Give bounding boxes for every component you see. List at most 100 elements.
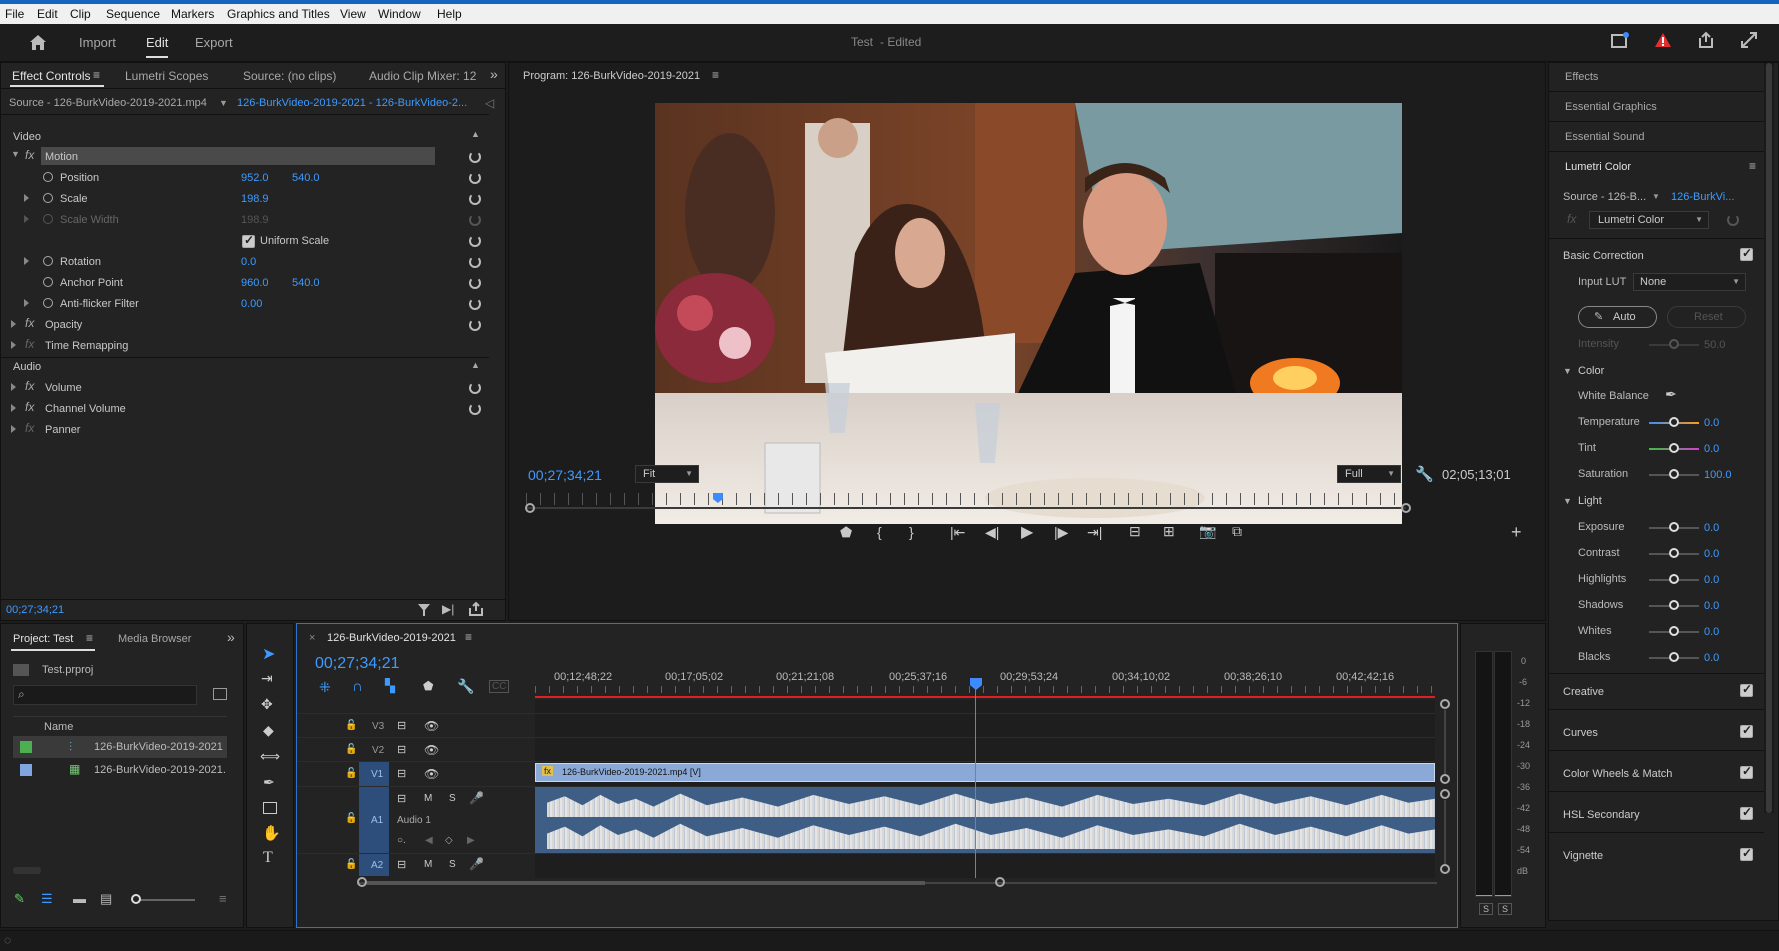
anchor-y[interactable]: 540.0 xyxy=(292,277,320,289)
menu-clip[interactable]: Clip xyxy=(70,7,91,21)
zoom-scroll-handle[interactable] xyxy=(357,877,367,887)
menu-graphics[interactable]: Graphics and Titles xyxy=(227,7,330,21)
tab-project[interactable]: Project: Test xyxy=(13,633,73,645)
add-button-icon[interactable]: + xyxy=(1511,522,1522,543)
highlights-value[interactable]: 0.0 xyxy=(1704,574,1719,586)
rectangle-tool-icon[interactable] xyxy=(263,802,277,814)
position-x[interactable]: 952.0 xyxy=(241,172,269,184)
tab-effect-controls[interactable]: Effect Controls xyxy=(12,69,90,83)
reset-icon[interactable] xyxy=(469,403,481,415)
fullscreen-icon[interactable] xyxy=(1741,32,1757,48)
position-y[interactable]: 540.0 xyxy=(292,172,320,184)
reset-icon[interactable] xyxy=(469,151,481,163)
selection-tool-icon[interactable]: ➤ xyxy=(262,644,275,664)
panner-label[interactable]: Panner xyxy=(45,424,80,436)
list-item[interactable]: ⫶ 126-BurkVideo-2019-2021 xyxy=(13,736,227,758)
close-tab-icon[interactable]: × xyxy=(309,632,315,644)
eye-icon[interactable]: 👁 xyxy=(424,719,439,733)
sync-lock-icon[interactable]: ⊟ xyxy=(397,858,406,871)
collapse-icon[interactable]: ▲ xyxy=(471,129,480,139)
hsl-secondary-checkbox[interactable] xyxy=(1740,805,1753,820)
fx-icon[interactable]: fx xyxy=(25,379,34,393)
lumetri-source[interactable]: Source - 126-B... xyxy=(1563,191,1646,203)
tab-sequence[interactable]: 126-BurkVideo-2019-2021 xyxy=(327,632,456,644)
mark-in-icon[interactable]: { xyxy=(877,524,882,540)
add-marker-icon[interactable]: ⬟ xyxy=(423,679,433,693)
lock-icon[interactable]: 🔓 xyxy=(345,859,357,870)
antiflicker-value[interactable]: 0.00 xyxy=(241,298,262,310)
basic-correction-checkbox[interactable] xyxy=(1740,246,1753,261)
video-frame[interactable] xyxy=(655,103,1402,524)
nest-icon[interactable]: ⁜ xyxy=(319,679,331,696)
panel-menu-icon[interactable]: ≡ xyxy=(465,630,472,644)
filter-icon[interactable] xyxy=(417,603,431,617)
menu-edit[interactable]: Edit xyxy=(37,7,58,21)
fx-icon[interactable]: fx xyxy=(25,316,34,330)
pen-tool-icon[interactable]: ✒ xyxy=(263,774,275,791)
stopwatch-icon[interactable] xyxy=(43,256,53,266)
reset-icon[interactable] xyxy=(469,193,481,205)
stopwatch-icon[interactable] xyxy=(43,277,53,287)
type-tool-icon[interactable]: T xyxy=(263,849,273,867)
volume-label[interactable]: Volume xyxy=(45,382,82,394)
blacks-value[interactable]: 0.0 xyxy=(1704,652,1719,664)
tab-import[interactable]: Import xyxy=(79,35,116,50)
scrollbar[interactable] xyxy=(1766,63,1772,813)
hand-tool-icon[interactable]: ✋ xyxy=(262,824,281,842)
share-icon[interactable] xyxy=(1697,31,1715,49)
tab-essential-sound[interactable]: Essential Sound xyxy=(1565,131,1645,143)
label-color-swatch[interactable] xyxy=(20,741,32,753)
solo-right-button[interactable]: S xyxy=(1498,903,1513,915)
reset-icon[interactable] xyxy=(469,172,481,184)
shadows-slider[interactable] xyxy=(1669,600,1679,610)
creative-section[interactable]: Creative xyxy=(1563,686,1604,698)
color-wheels-checkbox[interactable] xyxy=(1740,764,1753,779)
audio-track-name[interactable]: Audio 1 xyxy=(397,815,431,826)
sync-lock-icon[interactable]: ⊟ xyxy=(397,767,406,780)
curves-checkbox[interactable] xyxy=(1740,723,1753,738)
lock-icon[interactable]: 🔓 xyxy=(345,744,357,755)
track-label-a2[interactable]: A2 xyxy=(371,860,383,871)
mute-button[interactable]: M xyxy=(424,793,432,804)
rotation-value[interactable]: 0.0 xyxy=(241,256,256,268)
tab-audio-clip-mixer[interactable]: Audio Clip Mixer: 12 xyxy=(369,69,476,83)
home-icon[interactable] xyxy=(28,33,48,51)
in-handle[interactable] xyxy=(525,503,535,513)
expand-icon[interactable] xyxy=(24,299,29,307)
reset-icon[interactable] xyxy=(469,235,481,247)
panel-menu-icon[interactable]: ≡ xyxy=(93,68,100,82)
track-label-a1[interactable]: A1 xyxy=(371,815,383,826)
expand-icon[interactable]: ▼ xyxy=(11,149,20,159)
expand-icon[interactable] xyxy=(24,257,29,265)
solo-button[interactable]: S xyxy=(449,793,456,804)
quick-export-icon[interactable] xyxy=(1611,32,1629,48)
export-icon[interactable] xyxy=(469,602,483,616)
snap-icon[interactable]: ∩ xyxy=(352,678,363,695)
vertical-scroll-handle[interactable] xyxy=(1440,864,1450,874)
mark-out-icon[interactable]: } xyxy=(909,524,914,540)
vignette-section[interactable]: Vignette xyxy=(1563,850,1603,862)
menu-view[interactable]: View xyxy=(340,7,366,21)
light-section-label[interactable]: Light xyxy=(1578,495,1602,507)
vertical-scroll-handle[interactable] xyxy=(1440,789,1450,799)
time-ruler[interactable]: 00;12;48;22 00;17;05;02 00;21;21;08 00;2… xyxy=(535,664,1435,696)
track-label-v3[interactable]: V3 xyxy=(372,721,384,732)
basic-correction-label[interactable]: Basic Correction xyxy=(1563,250,1644,262)
tab-export[interactable]: Export xyxy=(195,35,233,50)
temperature-value[interactable]: 0.0 xyxy=(1704,417,1719,429)
reset-icon[interactable] xyxy=(469,298,481,310)
saturation-value[interactable]: 100.0 xyxy=(1704,469,1732,481)
opacity-label[interactable]: Opacity xyxy=(45,319,82,331)
zoom-scrollbar[interactable] xyxy=(367,881,925,885)
microphone-icon[interactable]: 🎤 xyxy=(469,791,484,805)
compare-icon[interactable]: ⧉ xyxy=(1232,523,1242,540)
fx-icon[interactable]: fx xyxy=(25,148,34,162)
vignette-checkbox[interactable] xyxy=(1740,846,1753,861)
add-marker-icon[interactable]: ⬟ xyxy=(840,524,852,541)
whites-slider[interactable] xyxy=(1669,626,1679,636)
stopwatch-icon[interactable] xyxy=(43,172,53,182)
fx-icon[interactable]: fx xyxy=(25,400,34,414)
sync-lock-icon[interactable]: ⊟ xyxy=(397,719,406,732)
expand-icon[interactable]: ▼ xyxy=(1563,496,1572,506)
chevron-down-icon[interactable]: ▼ xyxy=(1652,192,1660,201)
